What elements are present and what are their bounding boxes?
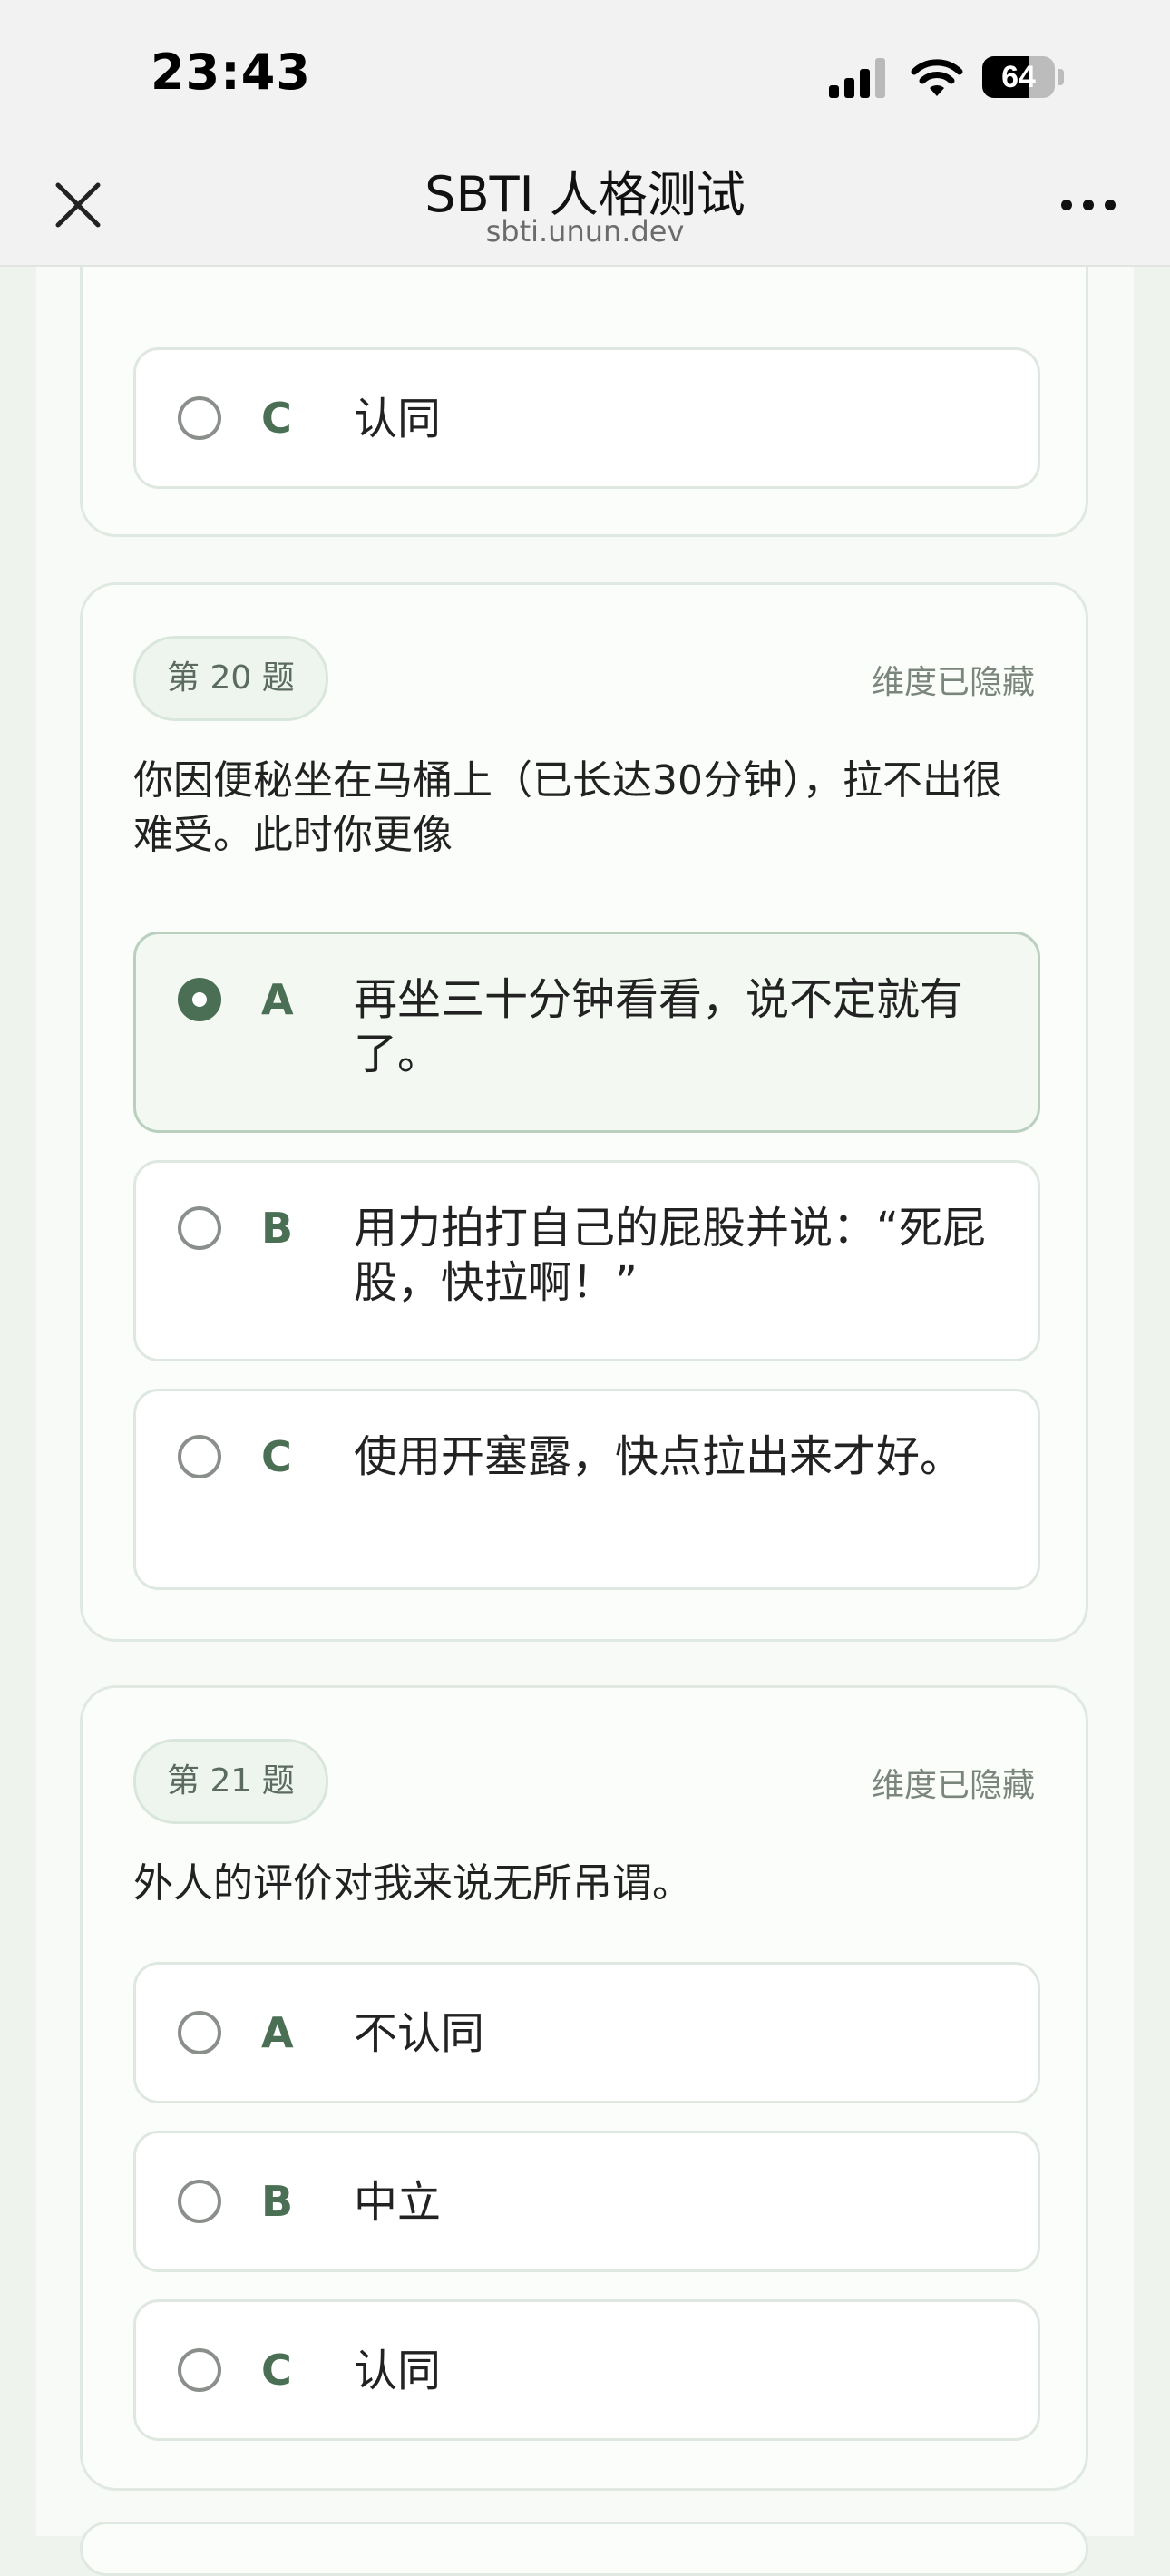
option-c[interactable]: C 认同	[133, 2299, 1040, 2441]
option-letter: B	[261, 1204, 294, 1253]
dimension-hidden-label: 维度已隐藏	[871, 664, 1035, 701]
option-letter: A	[261, 975, 294, 1024]
browser-header: 23:43 64 SBTI 人格测试 sbti.unun.dev	[0, 0, 1170, 267]
option-text: 再坐三十分钟看看，说不定就有了。	[354, 974, 964, 1079]
option-letter: C	[261, 1432, 292, 1481]
option-letter: C	[261, 394, 292, 443]
option-b[interactable]: B 中立	[133, 2131, 1040, 2272]
radio-button[interactable]	[178, 396, 221, 440]
radio-button[interactable]	[178, 2180, 221, 2223]
cellular-signal-icon	[829, 58, 885, 98]
option-text: 认同	[354, 2346, 442, 2396]
radio-button-selected[interactable]	[178, 978, 221, 1021]
question-card-22-partial	[80, 2522, 1088, 2576]
option-text: 认同	[354, 394, 442, 444]
more-options-icon[interactable]	[1061, 196, 1119, 214]
option-b[interactable]: B 用力拍打自己的屁股并说：“死屁股，快拉啊！”	[133, 1160, 1040, 1361]
question-number-tag: 第 21 题	[133, 1739, 328, 1824]
option-a[interactable]: A 不认同	[133, 1962, 1040, 2103]
radio-button[interactable]	[178, 1435, 221, 1478]
question-card-20: 第 20 题 维度已隐藏 你因便秘坐在马桶上（已长达30分钟），拉不出很难受。此…	[80, 582, 1088, 1642]
wifi-icon	[911, 59, 963, 96]
question-card-21: 第 21 题 维度已隐藏 外人的评价对我来说无所吊谓。 A 不认同 B 中立 C…	[80, 1685, 1088, 2491]
battery-tip	[1058, 69, 1064, 85]
question-text: 你因便秘坐在马桶上（已长达30分钟），拉不出很难受。此时你更像	[133, 757, 1002, 858]
option-text: 用力拍打自己的屁股并说：“死屁股，快拉啊！”	[354, 1203, 986, 1308]
dimension-hidden-label: 维度已隐藏	[871, 1767, 1035, 1804]
battery-icon: 64	[982, 56, 1055, 98]
option-text: 使用开塞露，快点拉出来才好。	[354, 1431, 964, 1482]
option-text: 中立	[354, 2177, 442, 2228]
page-url: sbti.unun.dev	[485, 214, 685, 249]
battery-percent: 64	[1001, 60, 1036, 94]
option-letter: B	[261, 2177, 294, 2226]
question-number-tag: 第 20 题	[133, 636, 328, 721]
radio-button[interactable]	[178, 1206, 221, 1250]
option-c[interactable]: C 认同	[133, 347, 1040, 489]
option-letter: A	[261, 2008, 294, 2057]
option-a[interactable]: A 再坐三十分钟看看，说不定就有了。	[133, 932, 1040, 1133]
radio-button[interactable]	[178, 2011, 221, 2054]
radio-button[interactable]	[178, 2348, 221, 2392]
option-text: 不认同	[354, 2008, 485, 2059]
option-letter: C	[261, 2346, 292, 2395]
option-c[interactable]: C 使用开塞露，快点拉出来才好。	[133, 1389, 1040, 1590]
status-time: 23:43	[151, 44, 311, 101]
question-text: 外人的评价对我来说无所吊谓。	[133, 1860, 692, 1907]
